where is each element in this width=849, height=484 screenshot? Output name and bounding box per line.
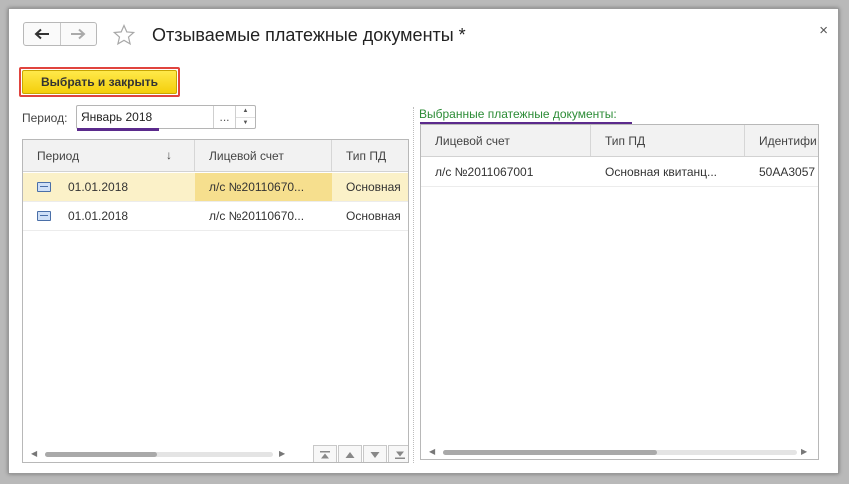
close-icon[interactable]: × bbox=[819, 23, 828, 38]
column-header-type[interactable]: Тип ПД bbox=[332, 140, 408, 171]
favorite-star-icon[interactable] bbox=[112, 23, 136, 47]
column-header-account[interactable]: Лицевой счет bbox=[195, 140, 332, 171]
cell-type: Основная квитанц... bbox=[605, 165, 718, 179]
spin-down-icon[interactable]: ▼ bbox=[236, 116, 255, 129]
table-row[interactable]: л/с №2011067001 Основная квитанц... 50AA… bbox=[421, 158, 818, 187]
column-header-label: Период bbox=[37, 148, 80, 163]
move-up-button[interactable] bbox=[338, 445, 362, 462]
cell-account: л/с №20110670... bbox=[195, 173, 332, 201]
selected-documents-label: Выбранные платежные документы: bbox=[419, 107, 617, 121]
move-last-button[interactable] bbox=[388, 445, 408, 462]
panel-divider[interactable] bbox=[413, 107, 414, 463]
annotation-underline-period bbox=[77, 128, 159, 131]
cell-identifier: 50AA3057 bbox=[759, 165, 816, 179]
forward-button[interactable] bbox=[59, 23, 97, 45]
cell-type: Основная bbox=[346, 180, 401, 194]
column-header-type[interactable]: Тип ПД bbox=[591, 125, 745, 156]
move-down-button[interactable] bbox=[363, 445, 387, 462]
table-header: Период ↓ Лицевой счет Тип ПД bbox=[23, 140, 408, 172]
select-and-close-label: Выбрать и закрыть bbox=[22, 70, 177, 94]
move-first-button[interactable] bbox=[313, 445, 337, 462]
payment-document-icon bbox=[37, 211, 51, 221]
cell-account: л/с №2011067001 bbox=[435, 165, 534, 179]
table-row[interactable]: 01.01.2018 л/с №20110670... Основная bbox=[23, 202, 408, 231]
select-and-close-button[interactable]: Выбрать и закрыть bbox=[19, 67, 180, 97]
table-header: Лицевой счет Тип ПД Идентифи bbox=[421, 125, 818, 157]
cell-period: 01.01.2018 bbox=[23, 202, 195, 230]
cell-period-value: 01.01.2018 bbox=[68, 180, 129, 194]
period-label: Период: bbox=[22, 111, 68, 125]
window-title: Отзываемые платежные документы * bbox=[152, 25, 466, 45]
arrow-right-icon bbox=[71, 28, 86, 40]
spin-up-icon[interactable]: ▲ bbox=[236, 106, 255, 117]
move-to-bottom-icon bbox=[395, 451, 405, 459]
period-choose-button[interactable]: ... bbox=[213, 106, 235, 128]
scroll-right-icon[interactable]: ▶ bbox=[279, 449, 285, 458]
selected-documents-table: Лицевой счет Тип ПД Идентифи л/с №201106… bbox=[420, 124, 819, 460]
move-down-icon bbox=[370, 451, 380, 458]
documents-table: Период ↓ Лицевой счет Тип ПД 01.01.2018 … bbox=[22, 139, 409, 463]
scroll-right-icon[interactable]: ▶ bbox=[801, 447, 807, 456]
period-spinner: ▲ ▼ bbox=[235, 106, 255, 128]
column-header-period[interactable]: Период ↓ bbox=[23, 140, 195, 171]
scroll-left-icon[interactable]: ◀ bbox=[31, 449, 37, 458]
column-header-identifier[interactable]: Идентифи bbox=[745, 125, 818, 156]
horizontal-scrollbar[interactable]: ◀ ▶ bbox=[429, 445, 811, 459]
row-move-buttons bbox=[312, 445, 408, 462]
horizontal-scrollbar[interactable]: ◀ ▶ bbox=[31, 447, 289, 461]
move-to-top-icon bbox=[320, 450, 330, 458]
cell-period-value: 01.01.2018 bbox=[68, 209, 129, 223]
navigation-buttons bbox=[23, 22, 97, 46]
period-input[interactable]: Январь 2018 bbox=[77, 106, 213, 128]
move-up-icon bbox=[345, 451, 355, 458]
arrow-left-icon bbox=[34, 28, 49, 40]
sort-desc-icon: ↓ bbox=[166, 148, 172, 162]
payment-document-icon bbox=[37, 182, 51, 192]
column-header-account[interactable]: Лицевой счет bbox=[421, 125, 591, 156]
scroll-thumb[interactable] bbox=[45, 452, 157, 457]
scroll-left-icon[interactable]: ◀ bbox=[429, 447, 435, 456]
back-button[interactable] bbox=[24, 23, 60, 45]
cell-period: 01.01.2018 bbox=[23, 173, 195, 201]
table-row[interactable]: 01.01.2018 л/с №20110670... Основная bbox=[23, 173, 408, 202]
period-field: Январь 2018 ... ▲ ▼ bbox=[76, 105, 256, 129]
scroll-thumb[interactable] bbox=[443, 450, 657, 455]
cell-account: л/с №20110670... bbox=[209, 209, 305, 223]
form-window: Отзываемые платежные документы * × Выбра… bbox=[8, 8, 839, 474]
cell-type: Основная bbox=[346, 209, 401, 223]
